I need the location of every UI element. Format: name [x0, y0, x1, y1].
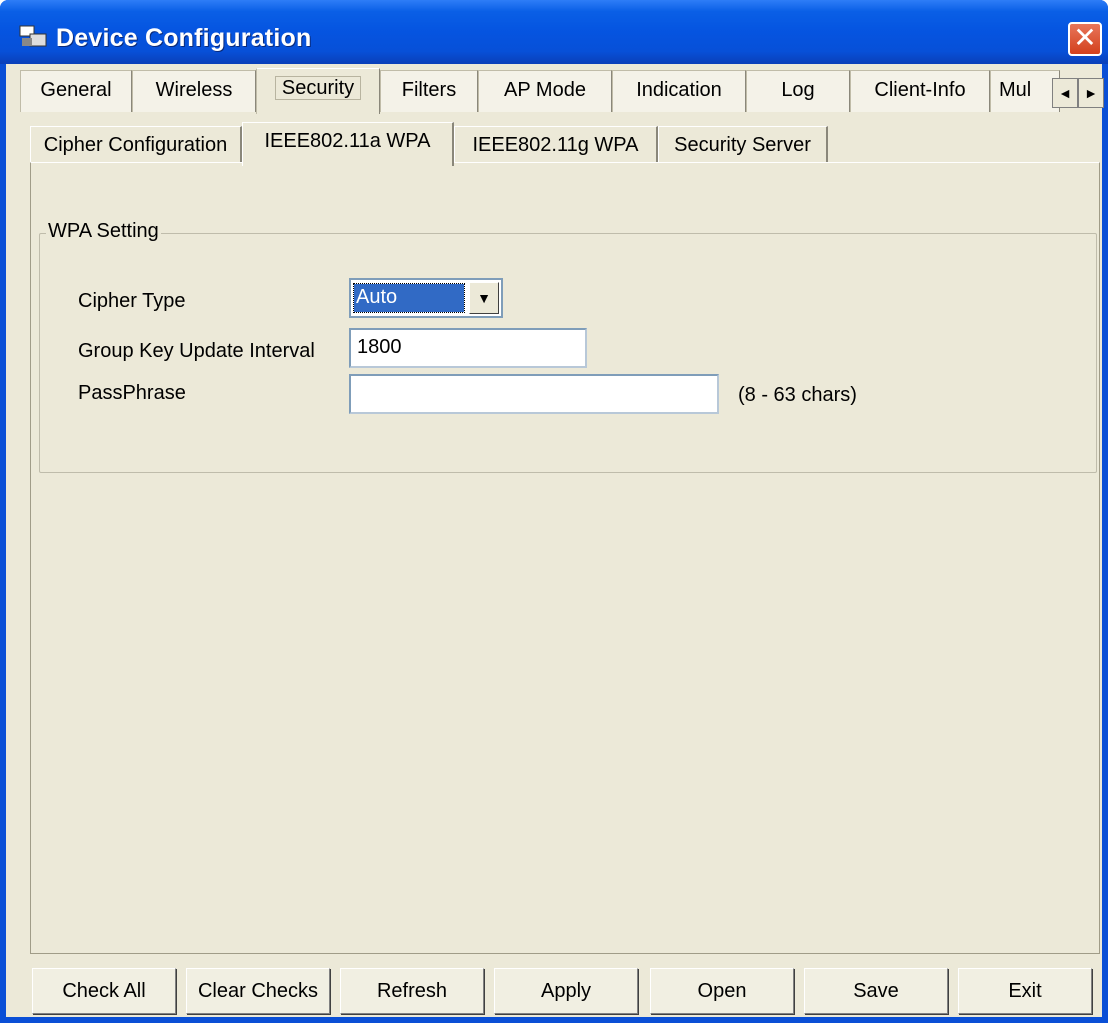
- tab-log[interactable]: Log: [746, 70, 850, 112]
- subtab-ieee80211g-wpa[interactable]: IEEE802.11g WPA: [454, 126, 658, 164]
- main-tab-bar: General Wireless Security Filters AP Mod…: [20, 66, 1108, 114]
- cipher-type-label: Cipher Type: [78, 290, 186, 312]
- tab-security[interactable]: Security: [256, 68, 380, 114]
- save-button[interactable]: Save: [804, 968, 948, 1014]
- group-key-interval-input[interactable]: 1800: [349, 328, 587, 368]
- passphrase-input[interactable]: [349, 374, 719, 414]
- subtab-cipher-configuration[interactable]: Cipher Configuration: [30, 126, 242, 164]
- passphrase-label: PassPhrase: [78, 382, 186, 404]
- tab-content-panel: WPA Setting Cipher Type Auto ▼ Group Key…: [30, 162, 1100, 954]
- tab-ap-mode[interactable]: AP Mode: [478, 70, 612, 112]
- open-button[interactable]: Open: [650, 968, 794, 1014]
- clear-checks-button[interactable]: Clear Checks: [186, 968, 330, 1014]
- group-title: WPA Setting: [46, 220, 161, 243]
- sub-tab-bar: Cipher Configuration IEEE802.11a WPA IEE…: [30, 120, 1090, 166]
- group-key-interval-label: Group Key Update Interval: [78, 340, 315, 362]
- window-title: Device Configuration: [56, 24, 312, 52]
- tab-scroll-arrows: ◄ ►: [1052, 78, 1104, 108]
- refresh-button[interactable]: Refresh: [340, 968, 484, 1014]
- tab-filters[interactable]: Filters: [380, 70, 478, 112]
- scroll-left-icon[interactable]: ◄: [1052, 78, 1078, 108]
- cipher-type-select[interactable]: Auto ▼: [349, 278, 503, 318]
- title-bar[interactable]: Device Configuration ✕: [0, 0, 1108, 64]
- passphrase-hint: (8 - 63 chars): [738, 384, 857, 406]
- exit-button[interactable]: Exit: [958, 968, 1092, 1014]
- tab-general[interactable]: General: [20, 70, 132, 112]
- wpa-setting-group: WPA Setting Cipher Type Auto ▼ Group Key…: [39, 220, 1097, 473]
- cipher-type-value: Auto: [353, 283, 465, 313]
- scroll-right-icon[interactable]: ►: [1078, 78, 1104, 108]
- chevron-down-icon[interactable]: ▼: [469, 282, 499, 314]
- device-configuration-window: Device Configuration ✕ General Wireless …: [0, 0, 1108, 1023]
- button-bar: Check All Clear Checks Refresh Apply Ope…: [14, 968, 1100, 1016]
- subtab-security-server[interactable]: Security Server: [658, 126, 828, 164]
- tab-wireless[interactable]: Wireless: [132, 70, 256, 112]
- tab-client-info[interactable]: Client-Info: [850, 70, 990, 112]
- tab-security-label: Security: [274, 76, 362, 100]
- network-device-icon: [19, 25, 47, 47]
- close-button[interactable]: ✕: [1068, 22, 1102, 56]
- tab-mul[interactable]: Mul: [990, 70, 1060, 112]
- tab-indication[interactable]: Indication: [612, 70, 746, 112]
- subtab-ieee80211a-wpa[interactable]: IEEE802.11a WPA: [242, 122, 454, 166]
- apply-button[interactable]: Apply: [494, 968, 638, 1014]
- check-all-button[interactable]: Check All: [32, 968, 176, 1014]
